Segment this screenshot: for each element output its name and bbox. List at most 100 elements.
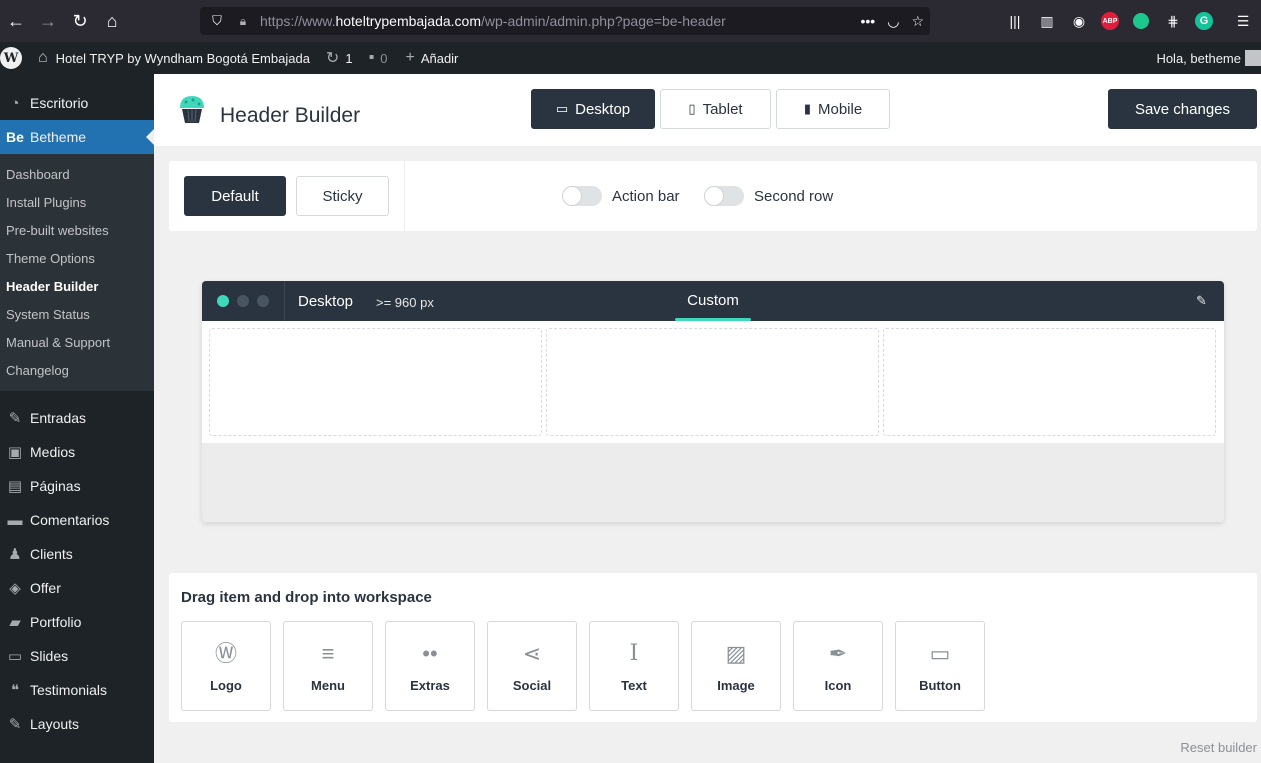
drop-zone-center[interactable] (546, 328, 879, 436)
pencil-icon[interactable]: ✎ (1196, 293, 1207, 309)
save-changes-button[interactable]: Save changes (1108, 89, 1257, 129)
item-logo[interactable]: Ⓦ Logo (181, 621, 271, 711)
menu-label: Testimonials (30, 682, 108, 698)
url-text[interactable]: https://www.hoteltrypembajada.com/wp-adm… (260, 13, 726, 29)
adblock-icon[interactable]: ABP (1101, 12, 1119, 30)
library-icon[interactable]: ||| (1005, 11, 1025, 31)
item-image[interactable]: ▨ Image (691, 621, 781, 711)
device-desktop-button[interactable]: ▭ Desktop (531, 89, 655, 129)
menu-item-testimonials[interactable]: ❝ Testimonials (0, 673, 154, 707)
wordpress-icon: Ⓦ (214, 641, 237, 666)
menu-item-medios[interactable]: ▣ Medios (0, 435, 154, 469)
forward-icon[interactable]: → (32, 5, 64, 37)
be-icon: Be (6, 129, 24, 145)
menu-item-layouts[interactable]: ✎ Layouts (0, 707, 154, 741)
button-label: Tablet (702, 100, 743, 118)
grid-icon[interactable]: ⋕ (1163, 11, 1183, 31)
item-label: Image (717, 678, 755, 693)
portfolio-icon: ▰ (9, 614, 21, 631)
item-icon[interactable]: ✒ Icon (793, 621, 883, 711)
back-icon[interactable]: ← (0, 5, 32, 37)
toggle-switch[interactable] (704, 186, 744, 206)
pocket-icon[interactable]: ◡ (887, 13, 899, 30)
divider (404, 161, 405, 231)
menu-item-entradas[interactable]: ✎ Entradas (0, 401, 154, 435)
menu-item-comentarios[interactable]: ▬ Comentarios (0, 503, 154, 537)
comments-link[interactable]: ▪ 0 (369, 42, 388, 74)
item-button[interactable]: ▭ Button (895, 621, 985, 711)
user-greeting[interactable]: Hola, betheme (1156, 42, 1241, 74)
drop-zone-left[interactable] (209, 328, 542, 436)
page-title: Header Builder (220, 104, 361, 127)
slides-icon: ▭ (7, 648, 23, 665)
item-social[interactable]: ⋖ Social (487, 621, 577, 711)
submenu-item-install-plugins[interactable]: Install Plugins (0, 189, 154, 217)
submenu-item-pre-built-websites[interactable]: Pre-built websites (0, 217, 154, 245)
star-icon[interactable]: ☆ (911, 13, 924, 30)
item-label: Extras (410, 678, 450, 693)
offer-icon: ◈ (9, 580, 21, 597)
toggle-switch[interactable] (562, 186, 602, 206)
reload-icon[interactable]: ↻ (64, 5, 96, 37)
menu-item-escritorio[interactable]: ◔ Escritorio (0, 86, 154, 120)
avatar[interactable] (1245, 50, 1261, 66)
betheme-submenu: Dashboard Install Plugins Pre-built webs… (0, 154, 154, 391)
pin-icon: ✎ (8, 410, 22, 427)
account-icon[interactable]: ◉ (1069, 11, 1089, 31)
header-builder-topbar: Header Builder ▭ Desktop ▯ Tablet ▮ Mobi… (154, 74, 1261, 146)
reset-builder-link[interactable]: Reset builder (1180, 740, 1257, 755)
comments-count: 0 (380, 50, 388, 66)
grammarly-icon[interactable]: G (1195, 12, 1213, 30)
menu-item-portfolio[interactable]: ▰ Portfolio (0, 605, 154, 639)
device-mobile-button[interactable]: ▮ Mobile (776, 89, 890, 129)
new-content-link[interactable]: + Añadir (405, 42, 458, 74)
lock-icon[interactable]: 🔒︎ (236, 14, 250, 29)
menu-item-betheme[interactable]: Be Betheme (0, 120, 154, 154)
menu-item-paginas[interactable]: ▤ Páginas (0, 469, 154, 503)
home-icon: ⌂ (38, 49, 48, 66)
extension-icon[interactable] (1131, 11, 1151, 31)
sticky-state-button[interactable]: Sticky (296, 176, 389, 216)
second-row-toggle[interactable]: Second row (704, 186, 833, 206)
item-label: Social (512, 678, 552, 693)
menu-label: Escritorio (30, 95, 89, 111)
submenu-item-changelog[interactable]: Changelog (0, 357, 154, 385)
quote-icon: ❝ (10, 682, 20, 699)
home-icon[interactable]: ⌂ (96, 5, 128, 37)
menu-label: Medios (30, 444, 76, 460)
device-tablet-button[interactable]: ▯ Tablet (660, 89, 771, 129)
submenu-item-dashboard[interactable]: Dashboard (0, 161, 154, 189)
tablet-icon: ▯ (688, 101, 696, 116)
item-menu[interactable]: ≡ Menu (283, 621, 373, 711)
item-extras[interactable]: •• Extras (385, 621, 475, 711)
item-text[interactable]: I Text (589, 621, 679, 711)
item-label: Icon (824, 678, 852, 693)
submenu-item-theme-options[interactable]: Theme Options (0, 245, 154, 273)
sidebar-icon[interactable]: ▥ (1037, 11, 1057, 31)
admin-bar: W ⌂ Hotel TRYP by Wyndham Bogotá Embajad… (0, 42, 1261, 74)
drop-zone-right[interactable] (883, 328, 1216, 436)
tab-custom[interactable]: Custom (675, 281, 751, 321)
workspace-header: Desktop >= 960 px Custom ✎ (202, 281, 1224, 321)
updates-link[interactable]: ↻ 1 (326, 42, 353, 74)
submenu-item-manual-support[interactable]: Manual & Support (0, 329, 154, 357)
menu-icon[interactable]: ☰ (1233, 11, 1253, 31)
default-state-button[interactable]: Default (184, 176, 286, 216)
image-icon: ▨ (725, 641, 747, 666)
window-dot-icon (217, 295, 229, 307)
layouts-icon: ✎ (8, 716, 22, 733)
menu-label: Comentarios (30, 512, 110, 528)
url-bar[interactable]: ⛉ 🔒︎ https://www.hoteltrypembajada.com/w… (200, 7, 930, 35)
items-panel: Drag item and drop into workspace Ⓦ Logo… (169, 573, 1257, 722)
shield-icon[interactable]: ⛉ (208, 13, 226, 29)
action-bar-toggle[interactable]: Action bar (562, 186, 680, 206)
more-icon[interactable]: ••• (861, 13, 876, 29)
menu-item-slides[interactable]: ▭ Slides (0, 639, 154, 673)
window-dot-icon (257, 295, 269, 307)
menu-item-offer[interactable]: ◈ Offer (0, 571, 154, 605)
menu-item-clients[interactable]: ♟ Clients (0, 537, 154, 571)
submenu-item-header-builder[interactable]: Header Builder (0, 273, 154, 301)
site-name-link[interactable]: ⌂ Hotel TRYP by Wyndham Bogotá Embajada (38, 42, 310, 74)
submenu-item-system-status[interactable]: System Status (0, 301, 154, 329)
wordpress-logo-icon[interactable]: W (0, 47, 22, 69)
